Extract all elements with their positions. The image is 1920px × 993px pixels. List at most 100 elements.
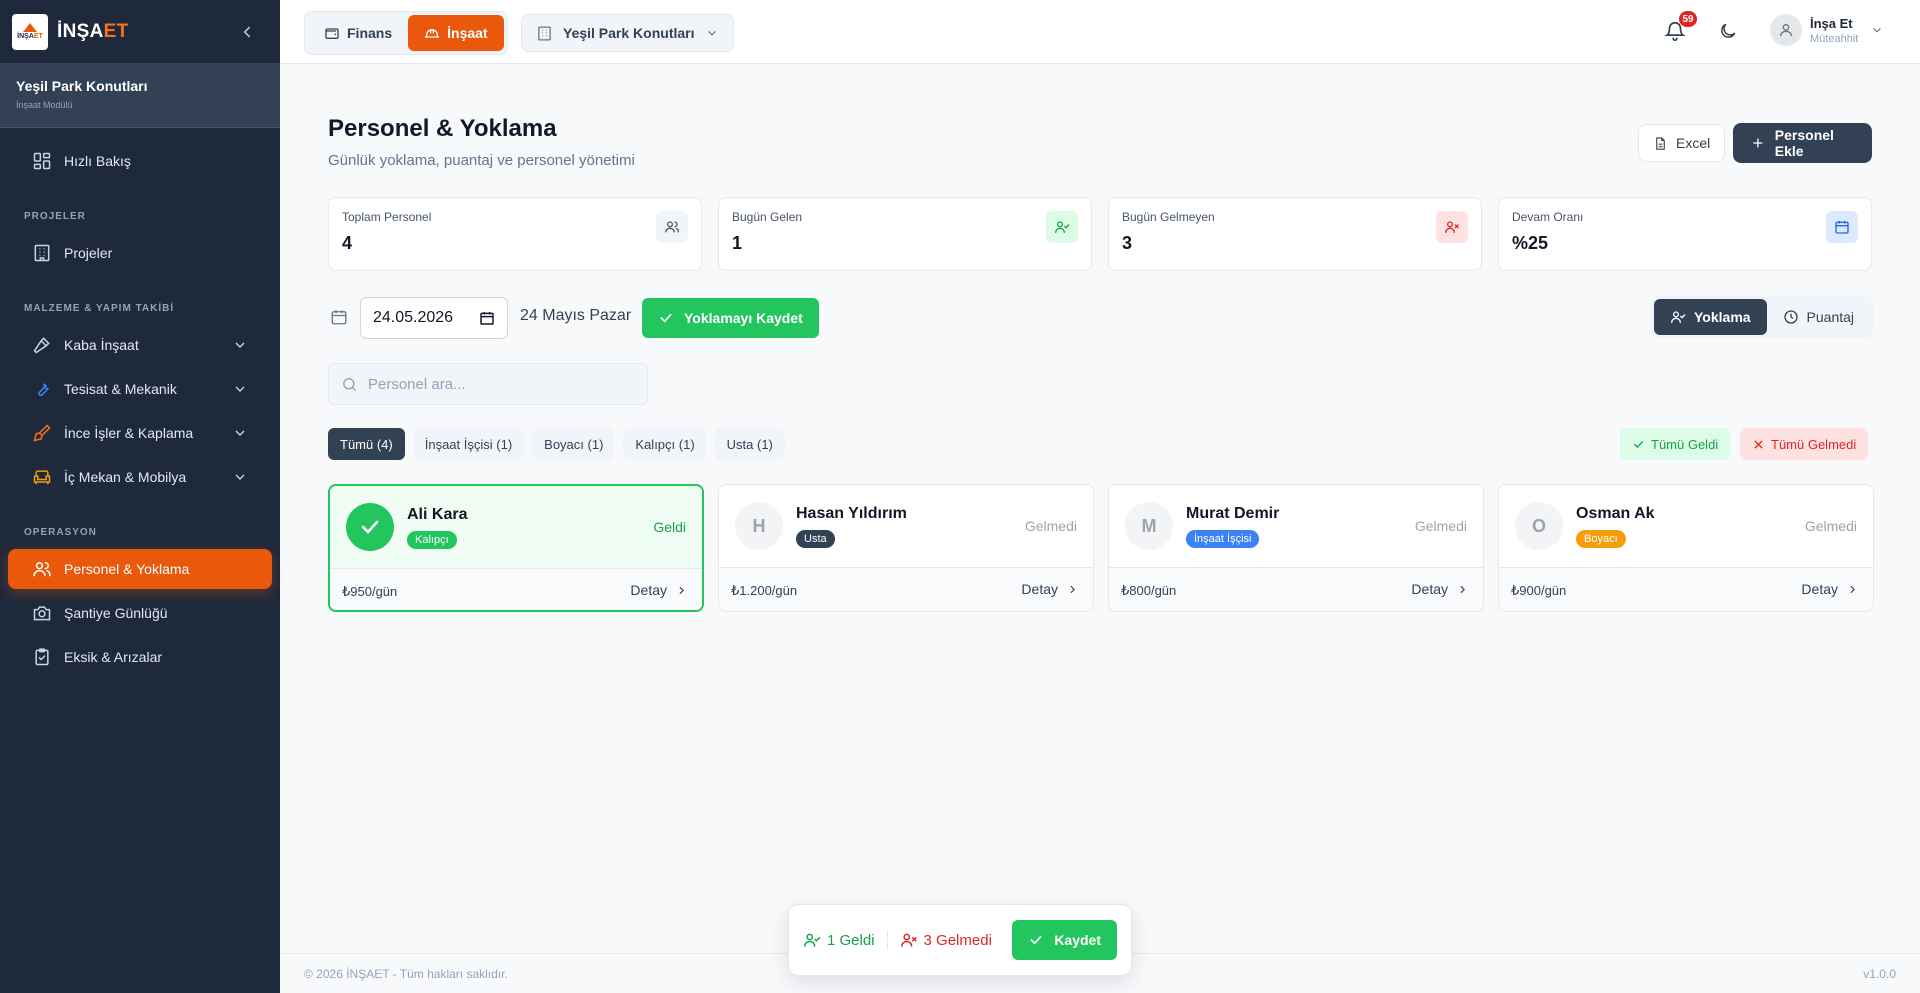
chevron-right-icon (1070, 585, 1075, 593)
current-project[interactable]: Yeşil Park Konutları İnşaat Modülü (0, 64, 280, 128)
stat-value: 1 (732, 233, 743, 253)
role-badge: Usta (796, 530, 835, 548)
stat-card-total: Toplam Personel 4 (328, 197, 702, 271)
page-subtitle: Günlük yoklama, puantaj ve personel yöne… (328, 152, 635, 169)
logo-roof-icon (23, 22, 37, 32)
chevron-right-icon (1850, 585, 1855, 593)
version: v1.0.0 (1863, 967, 1896, 981)
save-attendance-button[interactable]: Yoklamayı Kaydet (642, 298, 819, 338)
moon-icon (1721, 23, 1736, 38)
view-toggle: Yoklama Puantaj (1651, 296, 1874, 338)
divider (886, 930, 888, 950)
user-menu[interactable]: İnşa Et Müteahhit (1770, 14, 1884, 46)
sidebar-item-plumbing[interactable]: Tesisat & Mekanik (8, 369, 272, 409)
detail-link[interactable]: Detay (1801, 581, 1859, 597)
detail-link[interactable]: Detay (630, 582, 688, 598)
add-personnel-button[interactable]: Personel Ekle (1733, 123, 1872, 163)
file-icon (1656, 136, 1665, 150)
date-input[interactable]: 24.05.2026 (360, 297, 508, 339)
view-attendance-button[interactable]: Yoklama (1654, 299, 1767, 335)
sidebar-item-label: Projeler (64, 245, 113, 261)
clock-icon (1783, 310, 1798, 324)
search-input[interactable] (368, 375, 628, 393)
search-icon (343, 377, 356, 391)
project-select[interactable]: Yeşil Park Konutları (521, 14, 734, 52)
brand-name: İNŞAET (57, 20, 129, 42)
sidebar-item-rough-construction[interactable]: Kaba İnşaat (8, 325, 272, 365)
sidebar-item-projects[interactable]: Projeler (8, 233, 272, 273)
stat-value: 3 (1122, 233, 1133, 253)
current-project-name: Yeşil Park Konutları (16, 78, 148, 94)
hammer-icon (33, 337, 50, 354)
sidebar-item-label: Kaba İnşaat (64, 337, 139, 353)
collapse-sidebar-button[interactable] (238, 23, 256, 41)
user-x-icon (1436, 211, 1468, 243)
camera-icon (33, 606, 51, 621)
user-check-icon (1671, 311, 1686, 323)
module-construction-button[interactable]: İnşaat (408, 15, 504, 51)
calendar-picker-icon[interactable] (479, 310, 495, 326)
present-count: 1 Geldi (803, 931, 875, 949)
detail-link[interactable]: Detay (1021, 581, 1079, 597)
attendance-toggle[interactable]: H (735, 502, 783, 550)
date-input-value: 24.05.2026 (373, 309, 454, 326)
sidebar-item-label: İç Mekan & Mobilya (64, 469, 187, 485)
copyright: © 2026 İNŞAET - Tüm hakları saklıdır. (304, 967, 508, 981)
users-icon (656, 211, 688, 243)
search-box (328, 363, 648, 405)
attendance-toggle[interactable]: O (1515, 502, 1563, 550)
current-project-module: İnşaat Modülü (16, 100, 73, 110)
theme-toggle-button[interactable] (1718, 21, 1738, 41)
wrench-icon (38, 383, 49, 397)
sidebar-item-site-log[interactable]: Şantiye Günlüğü (8, 593, 272, 633)
sidebar-item-issues[interactable]: Eksik & Arızalar (8, 637, 272, 677)
chevron-left-icon (243, 26, 250, 37)
chevron-down-icon (235, 386, 245, 392)
attendance-status: Geldi (653, 519, 686, 535)
save-button[interactable]: Kaydet (1012, 920, 1117, 960)
attendance-toggle[interactable] (346, 503, 394, 551)
filter-master[interactable]: Usta (1) (714, 428, 785, 460)
sidebar-item-personnel[interactable]: Personel & Yoklama (8, 549, 272, 589)
personnel-card[interactable]: O Osman Ak Boyacı Gelmedi ₺900/gün Detay (1498, 484, 1874, 612)
building-icon (34, 244, 50, 262)
paintbrush-icon (33, 424, 51, 442)
stat-card-rate: Devam Oranı %25 (1498, 197, 1872, 271)
personnel-card[interactable]: M Murat Demir İnşaat İşçisi Gelmedi ₺800… (1108, 484, 1484, 612)
user-x-icon (900, 933, 917, 947)
section-title-operations: OPERASYON (24, 527, 97, 538)
module-finance-button[interactable]: Finans (308, 15, 408, 51)
logo[interactable]: İNŞAET (12, 13, 48, 50)
check-icon (1634, 440, 1643, 448)
user-name: İnşa Et (1810, 15, 1853, 31)
sidebar-item-label: Şantiye Günlüğü (64, 605, 168, 621)
check-icon (361, 520, 379, 534)
sidebar-header: İNŞAET İNŞAET (0, 0, 280, 64)
mark-all-present-button[interactable]: Tümü Geldi (1620, 428, 1731, 460)
project-select-value: Yeşil Park Konutları (563, 25, 695, 41)
daily-wage: ₺1.200/gün (731, 583, 798, 598)
filter-all[interactable]: Tümü (4) (328, 428, 405, 460)
sidebar-item-quick-view[interactable]: Hızlı Bakış (8, 141, 272, 181)
sidebar-item-label: Personel & Yoklama (64, 561, 190, 577)
personnel-card[interactable]: H Hasan Yıldırım Usta Gelmedi ₺1.200/gün… (718, 484, 1094, 612)
mark-all-absent-button[interactable]: Tümü Gelmedi (1740, 428, 1869, 460)
chevron-right-icon (1460, 585, 1465, 593)
calendar-icon (1826, 211, 1858, 243)
role-badge: Kalıpçı (407, 531, 457, 549)
stat-label: Bugün Gelen (732, 210, 803, 224)
excel-export-button[interactable]: Excel (1638, 124, 1726, 162)
personnel-card[interactable]: Ali Kara Kalıpçı Geldi ₺950/gün Detay (328, 484, 704, 612)
sidebar-item-finishing[interactable]: İnce İşler & Kaplama (8, 413, 272, 453)
filter-formworker[interactable]: Kalıpçı (1) (623, 428, 707, 460)
grid-icon (33, 152, 51, 170)
topbar: Finans İnşaat Yeşil Park Konutları 59 İn… (280, 0, 1920, 64)
view-timesheet-button[interactable]: Puantaj (1767, 299, 1870, 335)
sidebar-item-interior[interactable]: İç Mekan & Mobilya (8, 457, 272, 497)
filter-painter[interactable]: Boyacı (1) (532, 428, 616, 460)
detail-link[interactable]: Detay (1411, 581, 1469, 597)
plus-icon (1753, 138, 1763, 148)
attendance-toggle[interactable]: M (1125, 502, 1173, 550)
sidebar: İNŞAET İNŞAET Yeşil Park Konutları İnşaa… (0, 0, 280, 993)
filter-construction-worker[interactable]: İnşaat İşçisi (1) (412, 428, 525, 460)
